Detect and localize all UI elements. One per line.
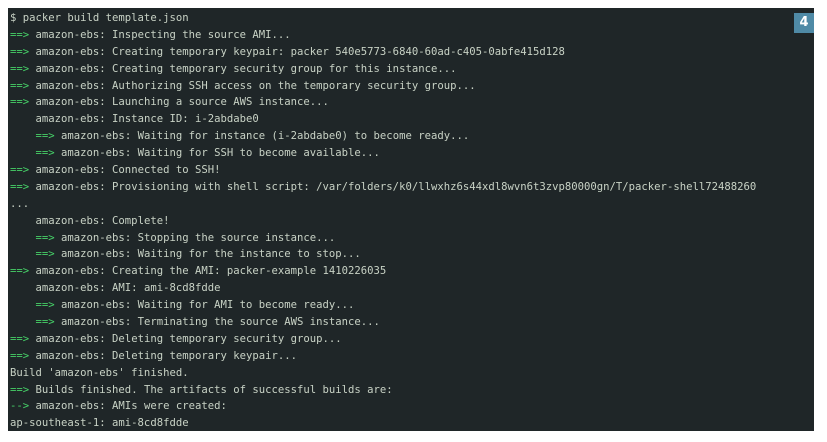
terminal-line: amazon-ebs: Complete! bbox=[8, 213, 814, 230]
line-prefix-arrow: ==> bbox=[10, 45, 30, 58]
line-prefix-arrow: --> bbox=[10, 400, 30, 413]
line-prefix-arrow: ==> bbox=[10, 164, 30, 177]
line-text: amazon-ebs: Creating temporary keypair: … bbox=[29, 45, 565, 58]
line-prefix-arrow: ==> bbox=[10, 62, 30, 75]
terminal-line: ap-southeast-1: ami-8cd8fdde bbox=[8, 415, 814, 431]
line-text: amazon-ebs: AMI: ami-8cd8fdde bbox=[35, 282, 221, 295]
line-text: amazon-ebs: Instance ID: i-2abdabe0 bbox=[35, 113, 259, 126]
terminal-line: ==> amazon-ebs: Connected to SSH! bbox=[8, 162, 814, 179]
terminal-line: ==> amazon-ebs: Creating temporary secur… bbox=[8, 61, 814, 78]
line-text: amazon-ebs: Connected to SSH! bbox=[29, 164, 221, 177]
terminal-window[interactable]: $ packer build template.json ==> amazon-e… bbox=[8, 8, 814, 431]
terminal-line: ==> amazon-ebs: Deleting temporary keypa… bbox=[8, 348, 814, 365]
terminal-line: --> amazon-ebs: AMIs were created: bbox=[8, 398, 814, 415]
line-text: amazon-ebs: Deleting temporary security … bbox=[29, 332, 342, 345]
line-text: amazon-ebs: Stopping the source instance… bbox=[54, 231, 336, 244]
terminal-line: ==> amazon-ebs: Waiting for the instance… bbox=[8, 246, 814, 263]
line-text: amazon-ebs: Inspecting the source AMI... bbox=[29, 28, 291, 41]
line-text: amazon-ebs: Creating the AMI: packer-exa… bbox=[29, 265, 387, 278]
terminal-line: ==> amazon-ebs: Creating temporary keypa… bbox=[8, 44, 814, 61]
line-prefix-arrow: ==> bbox=[35, 316, 55, 329]
line-text: amazon-ebs: AMIs were created: bbox=[29, 400, 227, 413]
line-text: Build 'amazon-ebs' finished. bbox=[10, 366, 189, 379]
terminal-line: ==> amazon-ebs: Terminating the source A… bbox=[8, 314, 814, 331]
terminal-output: $ packer build template.json ==> amazon-e… bbox=[8, 10, 814, 431]
line-prefix-arrow: ==> bbox=[35, 231, 55, 244]
terminal-line: $ packer build template.json bbox=[8, 10, 814, 27]
line-prefix-arrow: ==> bbox=[35, 248, 55, 261]
terminal-line: ==> amazon-ebs: Inspecting the source AM… bbox=[8, 27, 814, 44]
line-prefix-arrow: ==> bbox=[10, 383, 30, 396]
line-text: ap-southeast-1: ami-8cd8fdde bbox=[10, 417, 189, 430]
line-text: Builds finished. The artifacts of succes… bbox=[29, 383, 393, 396]
line-text: amazon-ebs: Waiting for SSH to become av… bbox=[54, 147, 380, 160]
line-prefix-arrow: ==> bbox=[10, 332, 30, 345]
line-prefix-arrow: ==> bbox=[35, 299, 55, 312]
line-prefix-arrow: ==> bbox=[10, 349, 30, 362]
line-text: amazon-ebs: Deleting temporary keypair..… bbox=[29, 349, 298, 362]
line-text: amazon-ebs: Waiting for AMI to become re… bbox=[54, 299, 355, 312]
terminal-line: ==> amazon-ebs: Creating the AMI: packer… bbox=[8, 263, 814, 280]
line-text: amazon-ebs: Authorizing SSH access on th… bbox=[29, 79, 476, 92]
step-number-badge: 4 bbox=[794, 13, 814, 33]
terminal-line: ==> amazon-ebs: Deleting temporary secur… bbox=[8, 331, 814, 348]
line-prefix-arrow: ==> bbox=[10, 96, 30, 109]
terminal-line: ==> Builds finished. The artifacts of su… bbox=[8, 382, 814, 399]
terminal-line: ==> amazon-ebs: Waiting for instance (i-… bbox=[8, 128, 814, 145]
line-prefix-arrow: ==> bbox=[10, 28, 30, 41]
line-text: ... bbox=[10, 197, 30, 210]
terminal-line: ==> amazon-ebs: Waiting for AMI to becom… bbox=[8, 297, 814, 314]
line-prefix-arrow: ==> bbox=[10, 79, 30, 92]
terminal-line: ... bbox=[8, 196, 814, 213]
terminal-line: ==> amazon-ebs: Launching a source AWS i… bbox=[8, 94, 814, 111]
terminal-line: amazon-ebs: Instance ID: i-2abdabe0 bbox=[8, 111, 814, 128]
line-text: amazon-ebs: Waiting for instance (i-2abd… bbox=[54, 130, 470, 143]
line-prefix-arrow: ==> bbox=[10, 180, 30, 193]
line-prefix-arrow: ==> bbox=[10, 265, 30, 278]
line-text: amazon-ebs: Waiting for the instance to … bbox=[54, 248, 361, 261]
line-text: amazon-ebs: Provisioning with shell scri… bbox=[29, 180, 757, 193]
line-text: $ packer build template.json bbox=[10, 12, 189, 24]
line-prefix-arrow: ==> bbox=[35, 130, 55, 143]
line-text: amazon-ebs: Launching a source AWS insta… bbox=[29, 96, 329, 109]
line-text: amazon-ebs: Terminating the source AWS i… bbox=[54, 316, 380, 329]
line-text: amazon-ebs: Creating temporary security … bbox=[29, 62, 457, 75]
terminal-line: ==> amazon-ebs: Authorizing SSH access o… bbox=[8, 78, 814, 95]
line-text: amazon-ebs: Complete! bbox=[35, 214, 170, 227]
terminal-line: ==> amazon-ebs: Provisioning with shell … bbox=[8, 179, 814, 196]
terminal-line: ==> amazon-ebs: Stopping the source inst… bbox=[8, 230, 814, 247]
terminal-line: Build 'amazon-ebs' finished. bbox=[8, 365, 814, 382]
line-prefix-arrow: ==> bbox=[35, 147, 55, 160]
terminal-line: ==> amazon-ebs: Waiting for SSH to becom… bbox=[8, 145, 814, 162]
terminal-line: amazon-ebs: AMI: ami-8cd8fdde bbox=[8, 280, 814, 297]
